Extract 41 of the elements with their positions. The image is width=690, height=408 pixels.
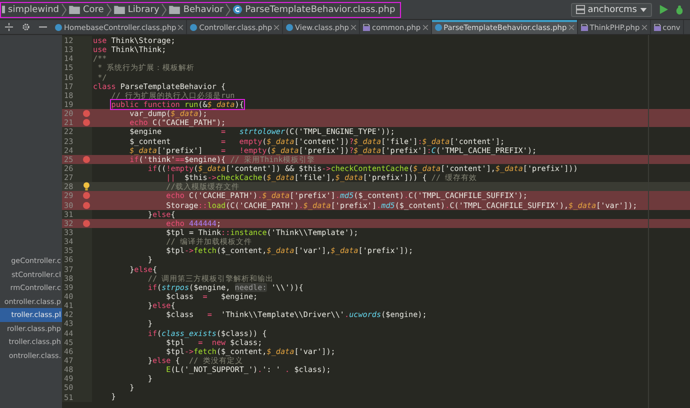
breakpoint-dot[interactable] <box>82 220 90 227</box>
chevron-icon <box>106 2 112 16</box>
php-file-icon <box>654 24 661 30</box>
class-icon <box>286 24 294 30</box>
breadcrumb-item[interactable]: Library <box>114 4 160 14</box>
breadcrumb-item[interactable]: Core <box>69 4 104 14</box>
folder-icon <box>69 5 80 14</box>
breakpoint-dot[interactable] <box>82 110 90 118</box>
run-icon[interactable] <box>659 5 668 14</box>
close-icon[interactable] <box>568 24 574 30</box>
class-icon <box>233 5 242 14</box>
php-file-icon <box>580 24 588 30</box>
breakpoint-dot[interactable] <box>82 192 90 200</box>
close-icon[interactable] <box>274 24 280 30</box>
settings-icon[interactable] <box>22 23 30 31</box>
class-icon <box>190 24 198 30</box>
close-icon[interactable] <box>642 24 647 30</box>
caret-icon <box>640 8 647 12</box>
bug-icon[interactable] <box>675 4 684 14</box>
close-icon[interactable] <box>422 24 428 30</box>
breakpoint-dot[interactable] <box>82 202 90 209</box>
php-file-icon <box>363 24 370 30</box>
folder-icon <box>114 5 125 14</box>
module-icon <box>2 5 5 14</box>
server-icon <box>576 5 585 14</box>
close-icon[interactable] <box>351 24 356 30</box>
chevron-icon <box>161 2 168 16</box>
lightbulb-icon[interactable] <box>82 182 90 192</box>
chevron-icon <box>61 2 67 16</box>
breakpoint-dot[interactable] <box>82 156 90 163</box>
chevron-icon <box>225 2 232 16</box>
close-icon[interactable] <box>178 24 184 30</box>
breadcrumb-item[interactable]: Behavior <box>169 4 224 14</box>
collapse-icon[interactable] <box>4 23 13 31</box>
breakpoint-dot[interactable] <box>82 119 90 126</box>
breadcrumb-item[interactable]: simplewind <box>2 4 59 14</box>
class-icon <box>55 24 62 30</box>
class-icon <box>434 24 442 30</box>
folder-icon <box>169 5 180 14</box>
breadcrumb-item[interactable]: ParseTemplateBehavior.class.php <box>233 4 396 14</box>
run-configuration-dropdown[interactable]: anchorcms <box>570 2 652 16</box>
